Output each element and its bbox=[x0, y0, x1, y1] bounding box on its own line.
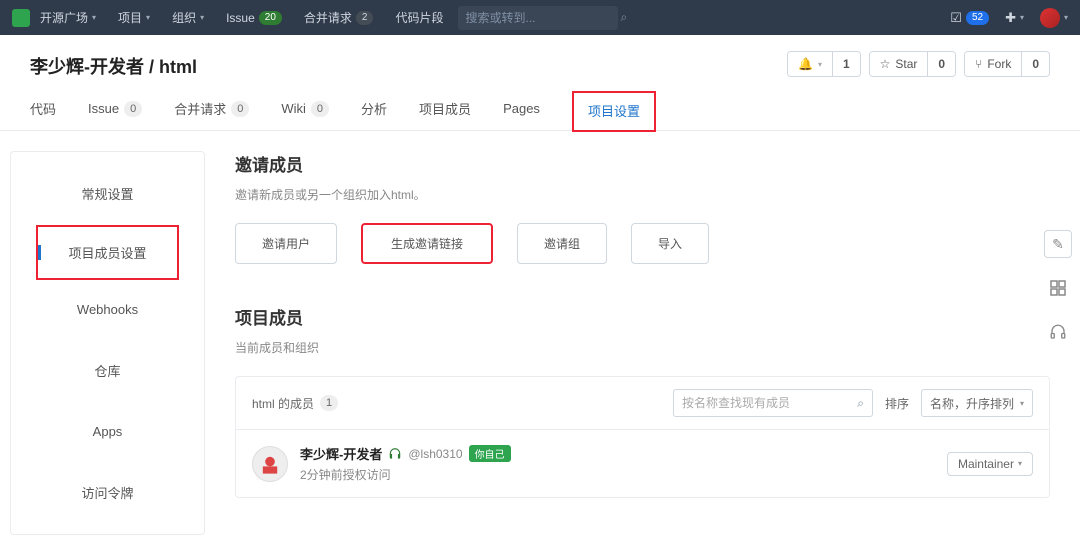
chevron-down-icon: ▾ bbox=[146, 13, 150, 22]
self-tag: 你自己 bbox=[469, 445, 511, 462]
nav-items: 开源广场▾ 项目▾ 组织▾ Issue20 合并请求2 代码片段 bbox=[40, 9, 444, 26]
sort-label: 排序 bbox=[885, 395, 909, 412]
star-count[interactable]: 0 bbox=[927, 52, 955, 76]
chevron-down-icon: ▾ bbox=[92, 13, 96, 22]
nav-merge[interactable]: 合并请求2 bbox=[304, 9, 374, 26]
todo-button[interactable]: ☑ 52 bbox=[950, 10, 989, 26]
edit-icon[interactable]: ✎ bbox=[1044, 230, 1072, 258]
notify-count[interactable]: 1 bbox=[832, 52, 860, 76]
repo-tabs: 代码 Issue0 合并请求0 Wiki0 分析 项目成员 Pages 项目设置 bbox=[0, 79, 1080, 131]
side-repo[interactable]: 仓库 bbox=[11, 339, 204, 402]
check-icon: ☑ bbox=[950, 10, 962, 26]
top-navbar: 开源广场▾ 项目▾ 组织▾ Issue20 合并请求2 代码片段 ⌕ ☑ 52 … bbox=[0, 0, 1080, 35]
nav-orgs[interactable]: 组织▾ bbox=[172, 9, 204, 26]
members-subtitle: 当前成员和组织 bbox=[235, 339, 1050, 356]
fork-icon: ⑂ bbox=[975, 57, 982, 71]
create-button[interactable]: ✚▾ bbox=[1005, 10, 1024, 26]
avatar bbox=[1040, 8, 1060, 28]
search-input[interactable] bbox=[466, 11, 621, 25]
member-row: 李少辉-开发者 @lsh0310 你自己 2分钟前授权访问 Maintainer… bbox=[236, 430, 1049, 497]
invite-user-button[interactable]: 邀请用户 bbox=[235, 223, 337, 264]
tab-members[interactable]: 项目成员 bbox=[419, 99, 471, 130]
settings-sidebar: 常规设置 项目成员设置 Webhooks 仓库 Apps 访问令牌 bbox=[10, 151, 205, 535]
issue-count-badge: 20 bbox=[259, 11, 282, 25]
tab-analytics[interactable]: 分析 bbox=[361, 99, 387, 130]
member-filter-input[interactable] bbox=[682, 396, 857, 410]
chevron-down-icon: ▾ bbox=[1020, 13, 1024, 22]
member-filter[interactable]: ⌕ bbox=[673, 389, 873, 417]
support-icon[interactable] bbox=[1044, 318, 1072, 346]
panel-label: html 的成员 1 bbox=[252, 395, 338, 412]
chevron-down-icon: ▾ bbox=[200, 13, 204, 22]
logo-icon[interactable] bbox=[12, 9, 30, 27]
fork-action[interactable]: ⑂Fork 0 bbox=[964, 51, 1050, 77]
chevron-down-icon: ▾ bbox=[818, 60, 822, 69]
bell-icon: 🔔 bbox=[798, 57, 813, 71]
member-count-badge: 1 bbox=[320, 395, 338, 411]
tab-code[interactable]: 代码 bbox=[30, 99, 56, 130]
fork-count[interactable]: 0 bbox=[1021, 52, 1049, 76]
tab-merge[interactable]: 合并请求0 bbox=[174, 99, 249, 130]
star-icon: ☆ bbox=[880, 57, 891, 71]
headphone-icon bbox=[388, 447, 402, 461]
side-members[interactable]: 项目成员设置 bbox=[36, 225, 179, 280]
todo-count-badge: 52 bbox=[966, 11, 989, 25]
tab-pages[interactable]: Pages bbox=[503, 99, 540, 130]
side-webhooks[interactable]: Webhooks bbox=[11, 280, 204, 339]
chevron-down-icon: ▾ bbox=[1020, 399, 1024, 408]
members-panel: html 的成员 1 ⌕ 排序 名称，升序排列▾ 李少辉-开发者 bbox=[235, 376, 1050, 498]
search-icon: ⌕ bbox=[857, 396, 864, 411]
chevron-down-icon: ▾ bbox=[1018, 459, 1022, 468]
side-tokens[interactable]: 访问令牌 bbox=[11, 461, 204, 524]
nav-open-square[interactable]: 开源广场▾ bbox=[40, 9, 96, 26]
star-action[interactable]: ☆Star 0 bbox=[869, 51, 956, 77]
nav-projects[interactable]: 项目▾ bbox=[118, 9, 150, 26]
invite-link-button[interactable]: 生成邀请链接 bbox=[361, 223, 493, 264]
content-panel: 邀请成员 邀请新成员或另一个组织加入html。 邀请用户 生成邀请链接 邀请组 … bbox=[225, 151, 1060, 535]
role-select[interactable]: Maintainer▾ bbox=[947, 452, 1033, 476]
nav-snippets[interactable]: 代码片段 bbox=[395, 9, 443, 26]
merge-count-badge: 2 bbox=[356, 11, 374, 25]
member-handle: @lsh0310 bbox=[408, 447, 462, 461]
user-menu[interactable]: ▾ bbox=[1040, 8, 1068, 28]
main-area: 常规设置 项目成员设置 Webhooks 仓库 Apps 访问令牌 邀请成员 邀… bbox=[0, 131, 1080, 555]
member-meta: 2分钟前授权访问 bbox=[300, 466, 511, 483]
chevron-down-icon: ▾ bbox=[1064, 13, 1068, 22]
nav-right: ☑ 52 ✚▾ ▾ bbox=[950, 8, 1068, 28]
member-avatar[interactable] bbox=[252, 446, 288, 482]
invite-group-button[interactable]: 邀请组 bbox=[517, 223, 607, 264]
invite-title: 邀请成员 bbox=[235, 151, 1050, 176]
import-button[interactable]: 导入 bbox=[631, 223, 709, 264]
notify-action[interactable]: 🔔 ▾ 1 bbox=[787, 51, 861, 77]
plus-icon: ✚ bbox=[1005, 10, 1016, 26]
invite-subtitle: 邀请新成员或另一个组织加入html。 bbox=[235, 186, 1050, 203]
nav-issue[interactable]: Issue20 bbox=[226, 11, 282, 25]
search-icon: ⌕ bbox=[621, 10, 628, 25]
side-general[interactable]: 常规设置 bbox=[11, 162, 204, 225]
float-rail: ✎ bbox=[1044, 230, 1072, 346]
tab-issue[interactable]: Issue0 bbox=[88, 99, 142, 130]
tab-wiki[interactable]: Wiki0 bbox=[281, 99, 329, 130]
side-apps[interactable]: Apps bbox=[11, 402, 204, 461]
members-title: 项目成员 bbox=[235, 304, 1050, 329]
repo-header: 🔔▾ 1 ☆Star 0 ⑂Fork 0 李少辉-开发者 / html bbox=[0, 35, 1080, 79]
tab-settings[interactable]: 项目设置 bbox=[572, 91, 656, 132]
global-search[interactable]: ⌕ bbox=[458, 6, 618, 30]
sort-select[interactable]: 名称，升序排列▾ bbox=[921, 389, 1033, 417]
grid-icon[interactable] bbox=[1044, 274, 1072, 302]
member-name[interactable]: 李少辉-开发者 bbox=[300, 444, 382, 463]
